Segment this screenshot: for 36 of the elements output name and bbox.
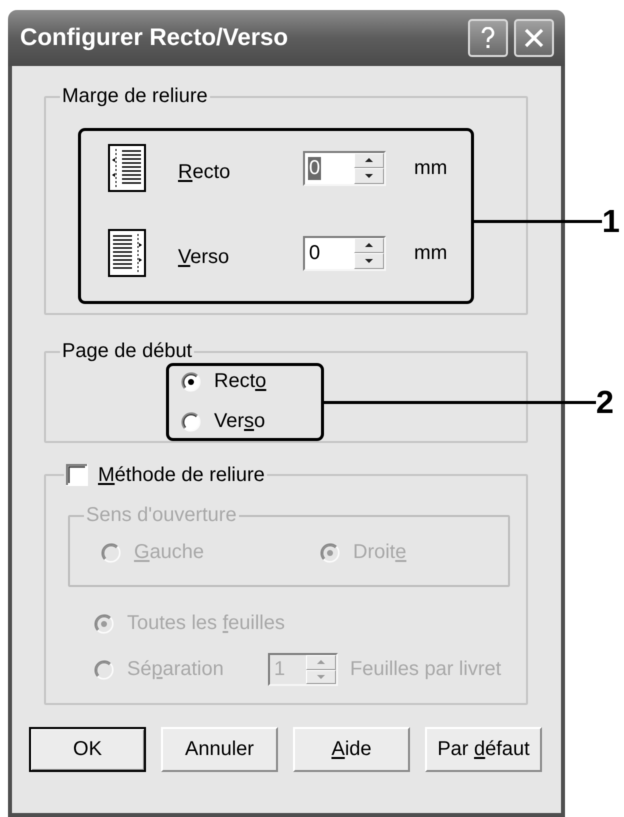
caret-up-icon bbox=[365, 158, 373, 162]
caret-down-icon bbox=[365, 258, 373, 263]
callout-number: 2 bbox=[596, 384, 614, 420]
field-label: Verso bbox=[178, 244, 230, 268]
spin-down-button[interactable] bbox=[354, 168, 384, 184]
window-title: Configurer Recto/Verso bbox=[20, 24, 290, 52]
field-label: Feuilles par livret bbox=[350, 658, 502, 681]
spin-up-button[interactable] bbox=[354, 238, 384, 253]
group-label: Marge de reliure bbox=[61, 85, 209, 108]
help-icon bbox=[481, 27, 495, 49]
unit-label: mm bbox=[414, 242, 448, 264]
spin-up-button[interactable] bbox=[354, 152, 384, 168]
ok-button[interactable]: OK bbox=[29, 727, 146, 772]
checkbox-option[interactable]: Méthode de reliure bbox=[66, 463, 265, 487]
group-label: Sens d'ouverture bbox=[85, 504, 238, 527]
caret-up-icon bbox=[317, 660, 325, 664]
cancel-button[interactable]: Annuler bbox=[161, 727, 278, 772]
help-button[interactable]: Aide bbox=[293, 727, 410, 772]
left-margin-page-icon bbox=[108, 144, 146, 192]
field-label: Recto bbox=[178, 160, 232, 184]
help-button[interactable] bbox=[468, 19, 508, 57]
radio-option[interactable]: Recto bbox=[181, 370, 321, 393]
close-button[interactable] bbox=[514, 19, 554, 57]
number-field[interactable]: 0 bbox=[303, 236, 386, 270]
close-icon bbox=[524, 28, 544, 48]
spin-down-button[interactable] bbox=[354, 253, 384, 268]
right-margin-page-icon bbox=[108, 229, 146, 277]
unit-label: mm bbox=[414, 156, 448, 180]
caret-down-icon bbox=[317, 674, 325, 679]
radio-option[interactable]: Verso bbox=[181, 410, 321, 433]
caret-down-icon bbox=[365, 174, 373, 178]
group-label: Page de début bbox=[61, 340, 194, 363]
caret-up-icon bbox=[365, 243, 373, 248]
number-field[interactable]: 0 bbox=[303, 150, 386, 186]
defaults-button[interactable]: Par défaut bbox=[425, 727, 542, 772]
callout-number: 1 bbox=[602, 203, 620, 240]
